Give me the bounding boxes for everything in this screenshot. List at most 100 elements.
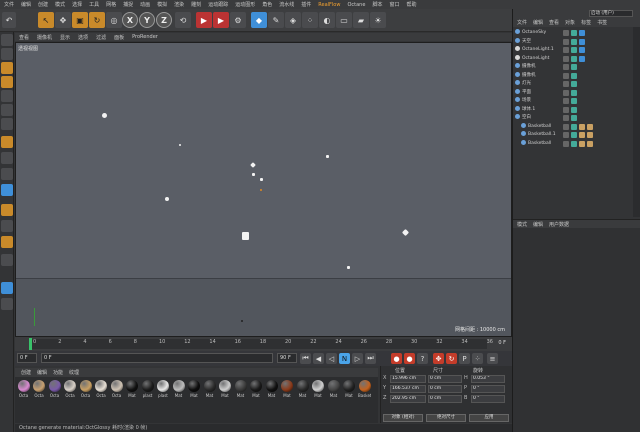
material-swatch[interactable]: Octa [95, 380, 108, 398]
make-editable-icon[interactable] [1, 34, 13, 46]
object-row[interactable]: OctaneLight.1 [515, 46, 627, 54]
polygons-mode-icon[interactable] [1, 118, 13, 130]
scene-object[interactable] [260, 178, 263, 181]
material-swatch[interactable]: Octa [48, 380, 61, 398]
prev-frame-icon[interactable]: ◀ [313, 353, 324, 364]
visibility-dots-icon[interactable] [563, 89, 569, 96]
object-row[interactable]: OctaneSky [515, 29, 627, 37]
visibility-dots-icon[interactable] [563, 72, 569, 79]
position-field[interactable]: 202.95 cm [390, 395, 426, 403]
material-swatch[interactable]: plast [141, 380, 154, 398]
param-key-icon[interactable]: P [459, 353, 470, 364]
material-swatch[interactable]: Mat [188, 380, 201, 398]
coordinate-system-icon[interactable]: ⟲ [175, 12, 191, 28]
scene-object[interactable] [102, 113, 107, 118]
timeline-window-icon[interactable]: ≡ [487, 353, 498, 364]
material-swatch[interactable]: Basket [358, 380, 371, 398]
menu-item[interactable]: 渲染 [174, 1, 184, 8]
material-swatch[interactable]: Mat [126, 380, 139, 398]
material-tag-icon[interactable] [579, 140, 585, 147]
viewport-menu-prorender[interactable]: ProRender [132, 34, 158, 40]
render-view-icon[interactable]: ▶ [196, 12, 212, 28]
menu-item[interactable]: 网格 [106, 1, 116, 8]
enabled-check-icon[interactable] [571, 30, 577, 36]
object-menu-item[interactable]: 文件 [517, 19, 527, 26]
coords-size-mode-select[interactable]: 绝对尺寸 [426, 414, 466, 422]
goto-end-icon[interactable]: ⏭ [365, 353, 376, 364]
viewport-menu-view[interactable]: 查看 [19, 34, 29, 41]
deformer-icon[interactable]: ◐ [319, 12, 335, 28]
snap-icon[interactable] [1, 184, 13, 196]
start-frame-field[interactable]: 0 F [17, 353, 37, 363]
size-field[interactable]: 0 cm [428, 375, 462, 383]
material-swatch[interactable]: plast [157, 380, 170, 398]
object-menu-item[interactable]: 编辑 [533, 19, 543, 26]
script-icon[interactable] [1, 236, 13, 248]
visibility-dots-icon[interactable] [563, 30, 569, 36]
material-tag-icon[interactable] [579, 123, 585, 130]
material-swatch[interactable]: Mat [296, 380, 309, 398]
enabled-check-icon[interactable] [571, 115, 577, 121]
material-menu-item[interactable]: 编辑 [37, 369, 47, 376]
viewport-menu-display[interactable]: 显示 [60, 34, 70, 41]
rotate-icon[interactable]: ↻ [89, 12, 105, 28]
object-menu-item[interactable]: 对象 [565, 19, 575, 26]
play-forward-icon[interactable]: ▷ [352, 353, 363, 364]
menu-item[interactable]: 雕刻 [191, 1, 201, 8]
menu-item[interactable]: 插件 [301, 1, 311, 8]
layout-select[interactable]: 启动 (用户) [589, 10, 633, 17]
object-menu-item[interactable]: 标签 [581, 19, 591, 26]
material-swatch[interactable]: Octa [110, 380, 123, 398]
perspective-viewport[interactable]: 透视视图 网格间距 : 10000 cm [15, 42, 512, 337]
scene-object[interactable] [347, 266, 350, 269]
size-field[interactable]: 0 cm [428, 395, 462, 403]
menu-item[interactable]: 模式 [55, 1, 65, 8]
menu-item[interactable]: 角色 [262, 1, 272, 8]
object-menu-item[interactable]: 查看 [549, 19, 559, 26]
material-swatch[interactable]: Octa [64, 380, 77, 398]
array-icon[interactable]: ⁘ [302, 12, 318, 28]
object-manager-scrollbar[interactable] [633, 27, 640, 217]
floor-icon[interactable]: ▭ [336, 12, 352, 28]
playhead[interactable] [29, 338, 32, 350]
viewport-menu-panel[interactable]: 面板 [114, 34, 124, 41]
visibility-dots-icon[interactable] [563, 106, 569, 113]
layer-icon[interactable] [1, 282, 13, 294]
visibility-dots-icon[interactable] [563, 55, 569, 62]
workplane-mode-icon[interactable] [1, 76, 13, 88]
object-row[interactable]: 空白 [515, 114, 627, 122]
material-swatch[interactable]: Octa [33, 380, 46, 398]
menu-item[interactable]: RealFlow [318, 2, 340, 8]
rotate-key-icon[interactable]: ↻ [446, 353, 457, 364]
scene-object[interactable] [401, 228, 410, 237]
enabled-check-icon[interactable] [571, 106, 577, 113]
menu-item[interactable]: 工具 [89, 1, 99, 8]
coords-mode-select[interactable]: 对象 (相对) [383, 414, 423, 422]
points-mode-icon[interactable] [1, 90, 13, 102]
enabled-check-icon[interactable] [571, 81, 577, 87]
menu-item[interactable]: 运动图形 [235, 1, 255, 8]
scene-object[interactable] [179, 144, 181, 146]
object-menu-item[interactable]: 书签 [597, 19, 607, 26]
visibility-dots-icon[interactable] [563, 47, 569, 53]
enabled-check-icon[interactable] [571, 55, 577, 62]
enabled-check-icon[interactable] [571, 64, 577, 70]
move-key-icon[interactable]: ✥ [433, 353, 444, 364]
menu-item[interactable]: 脚本 [372, 1, 382, 8]
texture-mode-icon[interactable] [1, 62, 13, 74]
enabled-check-icon[interactable] [571, 98, 577, 104]
menu-item[interactable]: 帮助 [406, 1, 416, 8]
pen-icon[interactable]: ✎ [268, 12, 284, 28]
visibility-dots-icon[interactable] [563, 115, 569, 121]
solo-icon[interactable] [1, 168, 13, 180]
object-row[interactable]: Basketball [515, 122, 627, 131]
viewport-menu-options[interactable]: 选项 [78, 34, 88, 41]
material-tag-icon[interactable] [579, 132, 585, 138]
octane-tag-icon[interactable] [579, 30, 585, 36]
scene-object[interactable] [241, 320, 243, 322]
visibility-dots-icon[interactable] [563, 132, 569, 138]
octane-tag-icon[interactable] [579, 55, 585, 62]
scene-object[interactable] [250, 162, 256, 168]
size-field[interactable]: 0 cm [428, 385, 462, 393]
apply-button[interactable]: 应用 [469, 414, 509, 422]
